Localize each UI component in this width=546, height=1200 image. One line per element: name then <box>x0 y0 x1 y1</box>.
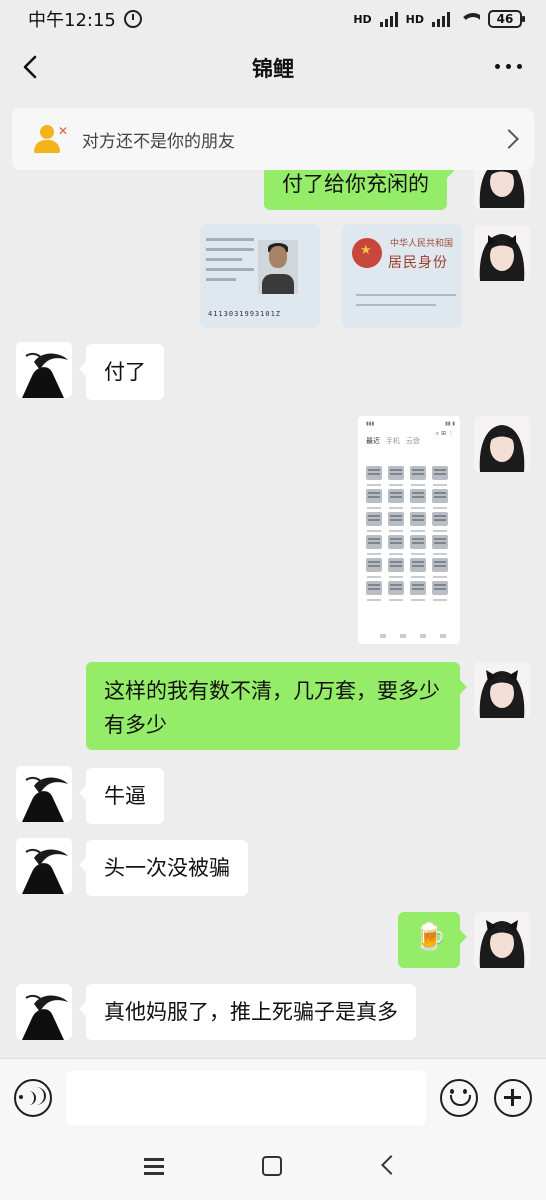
hd-label-1: HD <box>353 12 372 26</box>
message-text: 牛逼 <box>104 784 146 808</box>
message-bubble-contact[interactable]: 付了 <box>79 344 164 400</box>
recent-apps-icon[interactable] <box>144 1158 164 1175</box>
voice-input-icon[interactable] <box>14 1079 52 1117</box>
id-card-front: 4113031993101Z <box>200 224 320 328</box>
message-text: 付了给你充闲的 <box>282 172 429 196</box>
status-right: HD HD 46 <box>353 10 525 28</box>
status-time: 中午12:15 <box>28 10 116 31</box>
id-card-title: 中华人民共和国 <box>390 239 454 249</box>
alarm-icon <box>123 10 142 28</box>
message-text: 付了 <box>104 360 146 384</box>
phone-screenshot: ▮▮▮ ▮▮ ▮ 最近 手机 云盘 ⌕ ⊞ ⋮ <box>358 416 460 644</box>
message-bubble-self[interactable]: 🍺 <box>398 912 467 968</box>
self-avatar[interactable] <box>474 912 530 968</box>
image-message-id-cards[interactable]: 4113031993101Z 中华人民共和国 居民身份 <box>200 224 462 328</box>
message-text: 真他妈服了，推上死骗子是真多 <box>104 1000 398 1024</box>
wifi-icon <box>458 11 480 27</box>
message-bubble-contact[interactable]: 牛逼 <box>79 768 164 824</box>
self-avatar[interactable] <box>474 225 530 281</box>
message-bubble-contact[interactable]: 真他妈服了，推上死骗子是真多 <box>79 984 416 1040</box>
image-message-screenshot[interactable]: ▮▮▮ ▮▮ ▮ 最近 手机 云盘 ⌕ ⊞ ⋮ <box>358 416 460 644</box>
chevron-right-icon <box>499 129 519 149</box>
chat-header: 锦鲤 <box>0 38 546 98</box>
beer-emoji-icon: 🍺 <box>414 922 447 952</box>
contact-avatar[interactable] <box>16 984 72 1040</box>
hd-label-2: HD <box>405 12 424 26</box>
signal-icon-2 <box>432 11 450 27</box>
more-options-icon[interactable] <box>495 64 522 69</box>
back-arrow-icon[interactable] <box>18 54 44 80</box>
battery-level: 46 <box>496 12 514 26</box>
self-avatar[interactable] <box>474 662 530 718</box>
status-bar: 中午12:15 HD HD 46 <box>0 0 546 38</box>
id-number: 4113031993101Z <box>208 310 282 318</box>
message-list[interactable]: 付了给你充闲的 4113031993101Z 中华人民共和国 居民身份 付了 ▮… <box>0 170 546 1058</box>
signal-icon <box>379 11 398 27</box>
screenshot-tab: 最近 <box>366 437 380 445</box>
battery-icon: 46 <box>488 10 525 28</box>
add-friend-icon: ✕ <box>32 122 68 156</box>
message-text: 这样的我有数不清，几万套，要多少有多少 <box>104 679 440 737</box>
id-card-subtitle: 居民身份 <box>388 255 448 271</box>
chat-title: 锦鲤 <box>252 57 294 81</box>
id-card-back: 中华人民共和国 居民身份 <box>342 224 462 328</box>
message-bubble-self[interactable]: 这样的我有数不清，几万套，要多少有多少 <box>86 662 467 750</box>
self-avatar[interactable] <box>474 416 530 472</box>
screenshot-statusbar: ▮▮▮ ▮▮ ▮ <box>366 421 455 427</box>
input-bar <box>0 1058 546 1136</box>
screenshot-tab: 云盘 <box>406 437 420 445</box>
message-text: 头一次没被骗 <box>104 856 230 880</box>
screenshot-file-grid <box>366 466 454 601</box>
contact-avatar[interactable] <box>16 766 72 822</box>
not-friend-banner[interactable]: ✕ 对方还不是你的朋友 <box>12 108 534 170</box>
system-navigation-bar <box>0 1136 546 1200</box>
emoji-icon[interactable] <box>440 1079 478 1117</box>
screenshot-tab: 手机 <box>386 437 400 445</box>
system-back-icon[interactable] <box>381 1155 401 1175</box>
not-friend-text: 对方还不是你的朋友 <box>82 131 235 152</box>
self-avatar[interactable] <box>474 170 530 210</box>
contact-avatar[interactable] <box>16 838 72 894</box>
plus-icon[interactable] <box>494 1079 532 1117</box>
message-input[interactable] <box>66 1071 426 1125</box>
message-bubble-self[interactable]: 付了给你充闲的 <box>264 170 454 210</box>
contact-avatar[interactable] <box>16 342 72 398</box>
home-icon[interactable] <box>262 1156 282 1176</box>
message-bubble-contact[interactable]: 头一次没被骗 <box>79 840 248 896</box>
screenshot-tools-icon: ⌕ ⊞ ⋮ <box>435 430 454 437</box>
